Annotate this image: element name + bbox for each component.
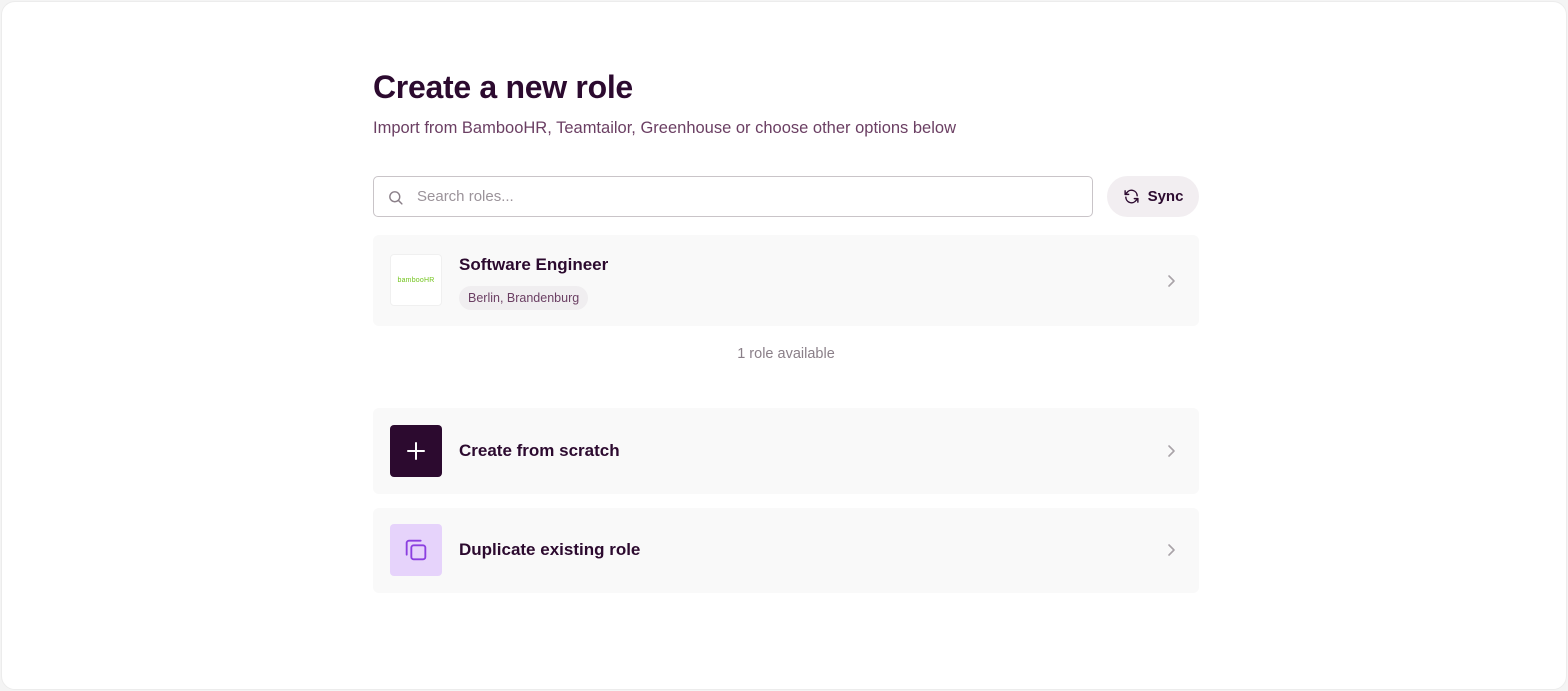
copy-icon-tile	[390, 524, 442, 576]
create-role-content: Create a new role Import from BambooHR, …	[373, 66, 1199, 593]
duplicate-existing-role-option[interactable]: Duplicate existing role	[373, 508, 1199, 593]
sync-button-label: Sync	[1147, 188, 1184, 205]
sync-button[interactable]: Sync	[1107, 176, 1199, 217]
create-from-scratch-option[interactable]: Create from scratch	[373, 408, 1199, 494]
search-box[interactable]	[373, 176, 1093, 217]
search-icon	[389, 191, 403, 205]
page-subtitle: Import from BambooHR, Teamtailor, Greenh…	[373, 119, 956, 137]
location-chip: Berlin, Brandenburg	[459, 286, 589, 310]
roles-count: 1 role available	[737, 346, 835, 362]
role-title: Software Engineer	[459, 255, 609, 274]
duplicate-existing-role-label: Duplicate existing role	[459, 540, 641, 559]
role-card-software-engineer[interactable]: bambooHR Software Engineer Berlin, Brand…	[373, 235, 1199, 326]
bamboohr-logo: bambooHR	[390, 254, 442, 306]
main-panel: Create a new role Import from BambooHR, …	[1, 1, 1567, 690]
page-title: Create a new role	[373, 69, 633, 105]
bamboohr-logo-text: bambooHR	[397, 276, 435, 284]
chevron-right-icon	[1168, 544, 1175, 556]
plus-icon-tile	[390, 425, 442, 477]
search-row: Sync	[373, 176, 1199, 217]
create-from-scratch-label: Create from scratch	[459, 441, 620, 460]
search-input[interactable]	[417, 177, 1077, 216]
refresh-icon	[1123, 189, 1139, 204]
chevron-right-icon	[1168, 445, 1175, 457]
copy-icon	[405, 539, 427, 561]
chevron-right-icon	[1168, 275, 1175, 287]
plus-icon	[407, 442, 425, 460]
